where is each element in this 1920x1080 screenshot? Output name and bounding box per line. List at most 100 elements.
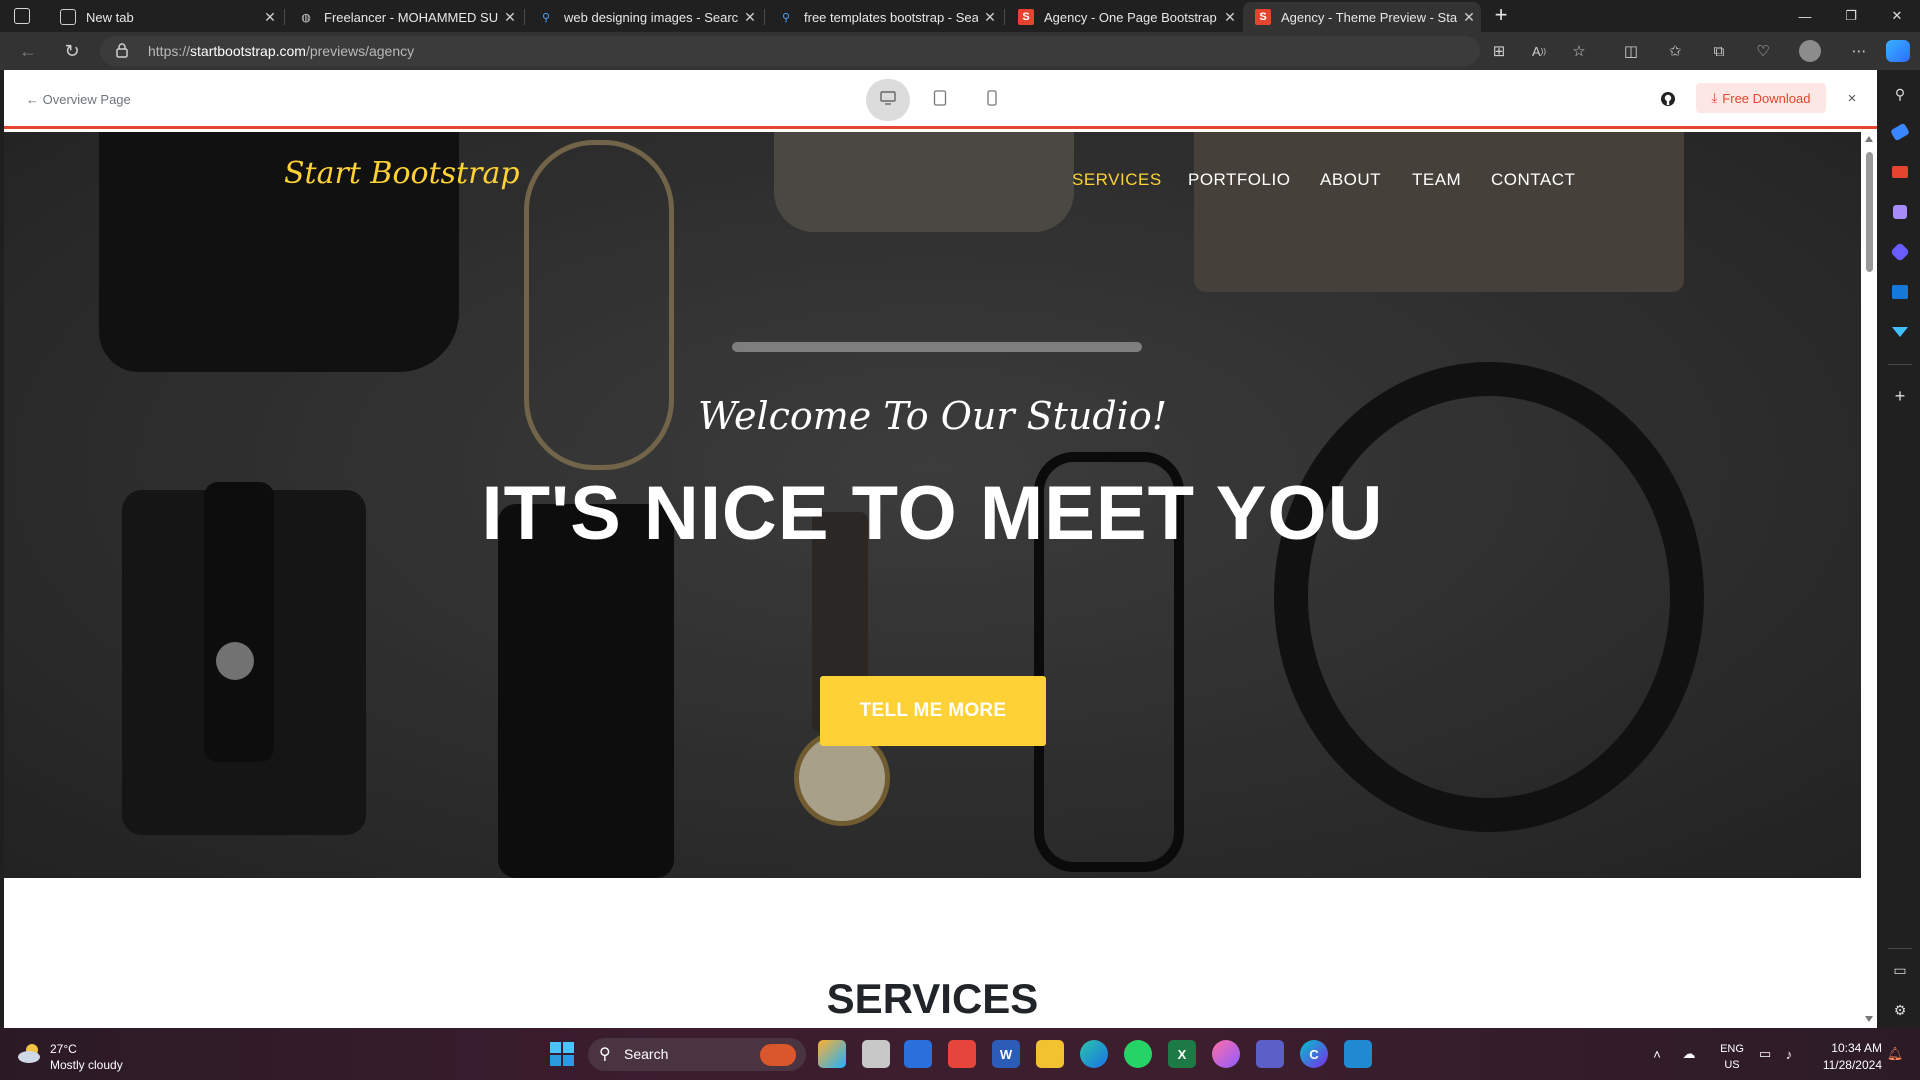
refresh-button[interactable]: ↻ <box>58 37 86 65</box>
back-button[interactable]: ← <box>14 37 42 65</box>
nav-team[interactable]: TEAM <box>1412 170 1461 190</box>
paint-app-icon[interactable] <box>1212 1040 1240 1068</box>
read-aloud-icon[interactable]: A)) <box>1526 39 1552 63</box>
sidebar-tools-icon[interactable] <box>1888 160 1912 184</box>
tab-close-icon[interactable]: ✕ <box>1457 9 1481 26</box>
copilot-app-icon[interactable] <box>818 1040 846 1068</box>
tab-new-tab[interactable]: New tab ✕ <box>48 2 282 32</box>
desktop-icon <box>880 90 896 110</box>
sidebar-search-icon[interactable]: ⚲ <box>1888 82 1912 106</box>
onedrive-icon[interactable]: ☁ <box>1680 1045 1698 1063</box>
sidebar-drop-icon[interactable] <box>1888 320 1912 344</box>
word-app-icon[interactable]: W <box>992 1040 1020 1068</box>
web-page: ← Overview Page ⤓ Free Download × Start … <box>4 70 1877 1028</box>
scroll-down-icon[interactable] <box>1865 1016 1873 1022</box>
nav-about[interactable]: ABOUT <box>1320 170 1381 190</box>
github-icon[interactable] <box>1659 90 1677 108</box>
tab-close-icon[interactable]: ✕ <box>738 9 762 26</box>
scroll-up-icon[interactable] <box>1865 136 1873 142</box>
new-tab-button[interactable]: + <box>1488 3 1514 29</box>
start-button[interactable] <box>550 1042 574 1066</box>
taskbar-search-label: Search <box>624 1046 669 1062</box>
page-scrollbar[interactable] <box>1861 132 1877 1028</box>
tablet-view-button[interactable] <box>918 79 962 121</box>
close-preview-button[interactable]: × <box>1840 86 1864 110</box>
volume-icon[interactable]: ♪ <box>1780 1045 1798 1063</box>
tell-me-more-button[interactable]: TELL ME MORE <box>820 676 1046 746</box>
file-explorer-icon[interactable] <box>1036 1040 1064 1068</box>
task-view-icon[interactable] <box>862 1040 890 1068</box>
restore-button[interactable]: ❐ <box>1828 0 1874 32</box>
collections-icon[interactable]: ⧉ <box>1706 39 1732 63</box>
tab-close-icon[interactable]: ✕ <box>978 9 1002 26</box>
tab-agency-preview[interactable]: S Agency - Theme Preview - Start B ✕ <box>1243 2 1481 32</box>
sidebar-panel-icon[interactable]: ▭ <box>1888 958 1912 982</box>
hero-section: Start Bootstrap SERVICES PORTFOLIO ABOUT… <box>4 132 1861 878</box>
close-window-button[interactable]: ✕ <box>1874 0 1920 32</box>
teams-app-icon[interactable] <box>1256 1040 1284 1068</box>
brand-logo[interactable]: Start Bootstrap <box>284 156 520 191</box>
sidebar-m365-icon[interactable] <box>1888 240 1912 264</box>
clock-date[interactable]: 11/28/2024 <box>1812 1058 1882 1072</box>
tab-close-icon[interactable]: ✕ <box>1218 9 1242 26</box>
whatsapp-app-icon[interactable] <box>1124 1040 1152 1068</box>
sidebar-shopping-icon[interactable] <box>1888 120 1912 144</box>
tab-freelancer[interactable]: ◍ Freelancer - MOHAMMED SUHA ✕ <box>286 2 522 32</box>
overview-page-link[interactable]: ← Overview Page <box>26 92 131 107</box>
language-indicator[interactable]: ENG US <box>1717 1041 1747 1073</box>
tab-close-icon[interactable]: ✕ <box>258 9 282 26</box>
split-screen-icon[interactable]: ◫ <box>1618 39 1644 63</box>
startbootstrap-icon: S <box>1018 9 1034 25</box>
favorites-icon[interactable]: ✩ <box>1662 39 1688 63</box>
url-prefix: https:// <box>148 43 191 59</box>
url-field[interactable]: https://startbootstrap.com/previews/agen… <box>100 36 1480 66</box>
copilot-icon[interactable] <box>1886 40 1910 62</box>
tab-agency-one-page[interactable]: S Agency - One Page Bootstrap Th ✕ <box>1006 2 1242 32</box>
tab-title: web designing images - Search <box>564 9 738 25</box>
tab-actions-icon[interactable] <box>14 8 30 24</box>
desktop-view-button[interactable] <box>866 79 910 121</box>
sidebar-outlook-icon[interactable] <box>1888 280 1912 304</box>
free-download-button[interactable]: ⤓ Free Download <box>1696 83 1826 113</box>
tab-title: New tab <box>86 9 134 25</box>
more-menu-icon[interactable]: ⋯ <box>1846 39 1872 63</box>
nav-portfolio[interactable]: PORTFOLIO <box>1188 170 1290 190</box>
tab-close-icon[interactable]: ✕ <box>498 9 522 26</box>
tab-free-templates-search[interactable]: ⚲ free templates bootstrap - Search ✕ <box>766 2 1002 32</box>
region-code: US <box>1724 1059 1740 1071</box>
search-icon: ⚲ <box>541 11 551 24</box>
canva-app-icon[interactable]: C <box>1300 1040 1328 1068</box>
mobile-icon <box>987 89 997 111</box>
mobile-view-button[interactable] <box>970 79 1014 121</box>
clock-time[interactable]: 10:34 AM <box>1822 1041 1882 1055</box>
lock-icon[interactable] <box>116 43 128 58</box>
sidebar-games-icon[interactable] <box>1888 200 1912 224</box>
nav-contact[interactable]: CONTACT <box>1491 170 1575 190</box>
notification-bell-icon[interactable]: 🔔︎ <box>1886 1045 1904 1063</box>
weather-temperature[interactable]: 27°C <box>50 1042 77 1056</box>
scroll-thumb[interactable] <box>1866 152 1873 272</box>
app-available-icon[interactable]: ⊞ <box>1486 39 1512 63</box>
edge-app-icon[interactable] <box>1080 1040 1108 1068</box>
tab-web-designing-search[interactable]: ⚲ web designing images - Search ✕ <box>526 2 762 32</box>
store-app-icon[interactable] <box>904 1040 932 1068</box>
minimize-button[interactable]: — <box>1782 0 1828 32</box>
excel-app-icon[interactable]: X <box>1168 1040 1196 1068</box>
tab-bar: New tab ✕ ◍ Freelancer - MOHAMMED SUHA ✕… <box>0 0 1920 32</box>
hero-title: IT'S NICE TO MEET YOU <box>481 471 1384 556</box>
show-hidden-icons[interactable]: ˄ <box>1648 1045 1666 1063</box>
vscode-app-icon[interactable] <box>1344 1040 1372 1068</box>
network-icon[interactable]: ▭ <box>1756 1045 1774 1063</box>
favorite-star-icon[interactable]: ☆ <box>1566 39 1592 63</box>
url-domain: startbootstrap.com <box>190 43 306 59</box>
sidebar-settings-icon[interactable]: ⚙ <box>1888 998 1912 1022</box>
weather-cloud-icon[interactable] <box>16 1042 44 1064</box>
sidebar-add-icon[interactable]: + <box>1888 384 1912 408</box>
browser-essentials-icon[interactable]: ♡ <box>1750 39 1776 63</box>
taskbar-search[interactable]: ⚲ Search <box>588 1038 806 1071</box>
tab-title: free templates bootstrap - Search <box>804 9 978 25</box>
snipping-tool-icon[interactable] <box>948 1040 976 1068</box>
profile-avatar[interactable] <box>1799 40 1821 62</box>
nav-services[interactable]: SERVICES <box>1072 170 1162 190</box>
weather-description[interactable]: Mostly cloudy <box>50 1058 123 1072</box>
